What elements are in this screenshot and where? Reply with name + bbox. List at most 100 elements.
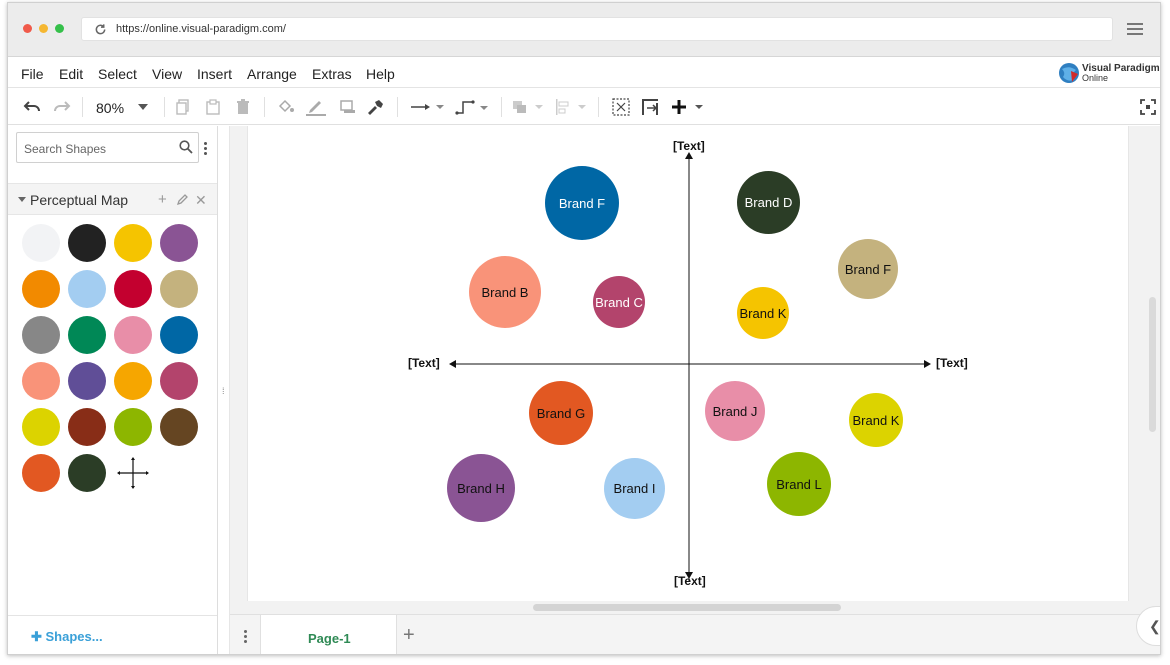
align-button[interactable] — [554, 98, 588, 116]
brand-bubble[interactable]: Brand D — [737, 171, 800, 234]
menu-arrange[interactable]: Arrange — [247, 66, 297, 82]
delete-button[interactable] — [234, 98, 252, 116]
color-swatch[interactable] — [68, 316, 106, 354]
waypoint-style-button[interactable] — [454, 98, 490, 116]
axis-label-bottom[interactable]: [Text] — [674, 574, 706, 588]
color-swatch[interactable] — [68, 408, 106, 446]
fit-page-button[interactable] — [610, 98, 632, 116]
search-icon[interactable] — [179, 140, 193, 154]
close-window-dot[interactable] — [23, 24, 32, 33]
brand-label: Brand F — [844, 261, 892, 277]
color-swatch[interactable] — [160, 224, 198, 262]
color-swatch[interactable] — [160, 270, 198, 308]
menu-help[interactable]: Help — [366, 66, 395, 82]
brand-label: Brand J — [712, 403, 758, 419]
paint-bucket-icon — [278, 99, 294, 113]
page-options-icon[interactable] — [244, 630, 247, 645]
color-swatch[interactable] — [22, 224, 60, 262]
color-swatch[interactable] — [114, 362, 152, 400]
line-color-button[interactable] — [305, 98, 327, 116]
brand-bubble[interactable]: Brand L — [767, 452, 831, 516]
edit-library-icon[interactable] — [177, 193, 189, 205]
tab-page-1[interactable]: Page-1 — [260, 615, 397, 654]
color-swatch[interactable] — [160, 362, 198, 400]
browser-menu-icon[interactable] — [1127, 23, 1143, 35]
undo-button[interactable] — [22, 98, 42, 116]
collapse-caret-icon[interactable] — [18, 197, 26, 202]
address-bar[interactable]: https://online.visual-paradigm.com/ — [81, 17, 1113, 41]
color-swatch[interactable] — [68, 270, 106, 308]
chevron-left-icon: ❮ — [1149, 618, 1161, 634]
canvas-area[interactable]: [Text] [Text] [Text] [Text] Brand F Bran… — [230, 126, 1160, 614]
horizontal-scrollbar[interactable] — [533, 604, 841, 611]
color-swatch[interactable] — [114, 224, 152, 262]
fullscreen-button[interactable] — [1139, 98, 1157, 116]
vertical-scrollbar[interactable] — [1149, 297, 1156, 432]
fill-color-button[interactable] — [276, 98, 296, 116]
color-swatch[interactable] — [22, 408, 60, 446]
axis-label-right[interactable]: [Text] — [936, 356, 968, 370]
connector-style-button[interactable] — [410, 98, 446, 116]
axis-label-top[interactable]: [Text] — [673, 139, 705, 153]
color-swatch[interactable] — [68, 224, 106, 262]
shadow-button[interactable] — [338, 98, 358, 116]
axis-shape-icon[interactable] — [114, 454, 152, 492]
brand-bubble[interactable]: Brand J — [705, 381, 765, 441]
menu-select[interactable]: Select — [98, 66, 137, 82]
paste-button[interactable] — [204, 98, 222, 116]
diagram-page[interactable]: [Text] [Text] [Text] [Text] Brand F Bran… — [247, 126, 1129, 601]
fit-width-button[interactable] — [639, 98, 661, 116]
browser-chrome: https://online.visual-paradigm.com/ — [8, 3, 1160, 57]
menu-file[interactable]: File — [21, 66, 44, 82]
maximize-window-dot[interactable] — [55, 24, 64, 33]
menu-insert[interactable]: Insert — [197, 66, 232, 82]
zoom-dropdown[interactable] — [136, 98, 150, 116]
fit-icon — [612, 98, 630, 116]
color-swatch[interactable] — [68, 454, 106, 492]
copy-button[interactable] — [174, 98, 192, 116]
add-shape-icon[interactable]: + — [158, 191, 167, 208]
format-painter-button[interactable] — [365, 98, 385, 116]
menu-extras[interactable]: Extras — [312, 66, 352, 82]
color-swatch[interactable] — [160, 408, 198, 446]
color-swatch[interactable] — [160, 316, 198, 354]
brand-bubble[interactable]: Brand K — [849, 393, 903, 447]
reload-icon[interactable] — [94, 23, 107, 36]
more-shapes-link[interactable]: ✚ Shapes... — [8, 615, 217, 654]
brand-bubble[interactable]: Brand C — [593, 276, 645, 328]
panel-resize-handle[interactable]: ⁞ — [218, 126, 230, 654]
search-options-icon[interactable] — [204, 142, 207, 157]
menu-view[interactable]: View — [152, 66, 182, 82]
color-swatch[interactable] — [22, 316, 60, 354]
brand-bubble[interactable]: Brand G — [529, 381, 593, 445]
color-swatch[interactable] — [114, 408, 152, 446]
brand-bubble[interactable]: Brand K — [737, 287, 789, 339]
color-swatch[interactable] — [22, 270, 60, 308]
redo-button[interactable] — [52, 98, 72, 116]
paste-icon — [206, 99, 220, 115]
color-swatch[interactable] — [22, 454, 60, 492]
perceptual-map-section-header[interactable]: Perceptual Map + ✕ — [8, 183, 217, 215]
perceptual-map-axes[interactable] — [248, 126, 1130, 601]
brand-bubble[interactable]: Brand I — [604, 458, 665, 519]
add-page-icon[interactable]: + — [403, 624, 415, 647]
menu-edit[interactable]: Edit — [59, 66, 83, 82]
color-swatch[interactable] — [68, 362, 106, 400]
brand-bubble[interactable]: Brand H — [447, 454, 515, 522]
brand-bubble[interactable]: Brand B — [469, 256, 541, 328]
minimize-window-dot[interactable] — [39, 24, 48, 33]
axis-label-left[interactable]: [Text] — [408, 356, 440, 370]
search-shapes-input[interactable]: Search Shapes — [16, 132, 199, 163]
copy-icon — [176, 99, 189, 115]
close-library-icon[interactable]: ✕ — [195, 192, 207, 209]
insert-button[interactable] — [671, 98, 707, 116]
visual-paradigm-logo[interactable]: Visual Paradigm Online — [1057, 60, 1160, 86]
color-swatch[interactable] — [114, 270, 152, 308]
color-swatch[interactable] — [114, 316, 152, 354]
arrange-order-button[interactable] — [511, 98, 545, 116]
brand-label: Brand K — [739, 305, 787, 321]
brand-bubble[interactable]: Brand F — [545, 166, 619, 240]
brand-bubble[interactable]: Brand F — [838, 239, 898, 299]
zoom-level[interactable]: 80% — [96, 100, 124, 116]
color-swatch[interactable] — [22, 362, 60, 400]
